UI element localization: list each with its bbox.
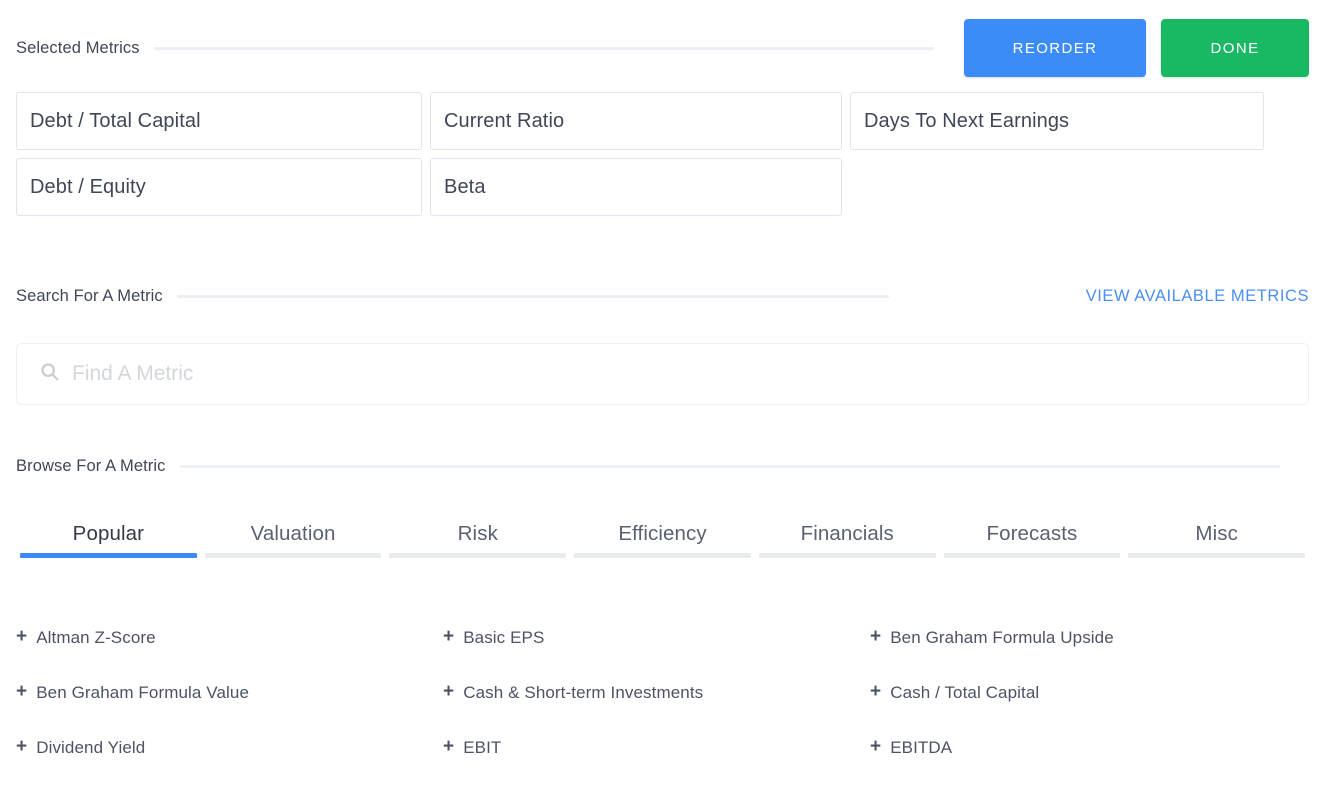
view-available-metrics-link[interactable]: VIEW AVAILABLE METRICS — [1086, 287, 1309, 306]
add-metric-icon: + — [443, 736, 455, 757]
browse-metric-header: Browse For A Metric — [16, 457, 1309, 476]
chip-slot: Debt / Total Capital — [16, 92, 430, 158]
header-divider — [176, 295, 889, 298]
tab-underline — [20, 553, 197, 558]
search-metric-header: Search For A Metric VIEW AVAILABLE METRI… — [16, 287, 1309, 306]
metric-label: Cash & Short-term Investments — [463, 682, 704, 702]
tab-label: Financials — [800, 522, 894, 545]
tab-label: Risk — [457, 522, 498, 545]
tab-label: Misc — [1195, 522, 1238, 545]
chip-slot: Current Ratio — [430, 92, 850, 158]
tab-forecasts[interactable]: Forecasts — [940, 522, 1125, 558]
selected-metric-chip[interactable]: Days To Next Earnings — [850, 92, 1264, 150]
add-metric-icon: + — [16, 736, 28, 757]
chip-slot: Days To Next Earnings — [850, 92, 1272, 158]
metric-list-item[interactable]: + Dividend Yield — [16, 720, 443, 775]
metric-label: EBIT — [463, 737, 502, 757]
tab-label: Efficiency — [618, 522, 707, 545]
metric-list-item[interactable]: + Ben Graham Formula Value — [16, 665, 443, 720]
metric-label: Altman Z-Score — [36, 627, 156, 647]
add-metric-icon: + — [870, 626, 882, 647]
metric-list-item[interactable]: + Cash / Total Capital — [870, 665, 1297, 720]
search-icon — [39, 361, 60, 387]
metric-list-item[interactable]: + Altman Z-Score — [16, 610, 443, 665]
tab-efficiency[interactable]: Efficiency — [570, 522, 755, 558]
tab-label: Popular — [72, 522, 145, 545]
metric-label: Ben Graham Formula Value — [36, 682, 249, 702]
selected-metrics-list: Debt / Total Capital Current Ratio Days … — [16, 92, 1309, 224]
add-metric-icon: + — [16, 681, 28, 702]
tab-misc[interactable]: Misc — [1124, 522, 1309, 558]
tab-popular[interactable]: Popular — [16, 522, 201, 558]
metric-label: Ben Graham Formula Upside — [890, 627, 1114, 647]
selected-metric-chip[interactable]: Beta — [430, 158, 842, 216]
selected-metrics-header: Selected Metrics REORDER DONE — [16, 0, 1309, 90]
tab-valuation[interactable]: Valuation — [201, 522, 386, 558]
add-metric-icon: + — [870, 736, 882, 757]
tab-underline — [204, 553, 382, 558]
tab-underline — [1128, 553, 1306, 558]
metric-label: Basic EPS — [463, 627, 545, 647]
tab-underline — [389, 553, 567, 558]
metric-list-item[interactable]: + Ben Graham Formula Upside — [870, 610, 1297, 665]
selected-metrics-title: Selected Metrics — [16, 38, 140, 57]
search-metric-title: Search For A Metric — [16, 287, 163, 305]
header-divider — [153, 46, 934, 50]
tab-label: Forecasts — [986, 522, 1078, 545]
metric-label: Cash / Total Capital — [890, 682, 1040, 702]
add-metric-icon: + — [870, 681, 882, 702]
add-metric-icon: + — [443, 681, 455, 702]
metric-search-box[interactable] — [16, 343, 1309, 405]
metric-selector-page: Selected Metrics REORDER DONE Debt / Tot… — [0, 0, 1325, 809]
tab-underline — [758, 553, 936, 558]
tab-label: Valuation — [250, 522, 336, 545]
add-metric-icon: + — [16, 626, 28, 647]
metric-label: Dividend Yield — [36, 737, 146, 757]
metric-label: EBITDA — [890, 737, 953, 757]
tab-underline — [943, 553, 1121, 558]
add-metric-icon: + — [443, 626, 455, 647]
browse-metric-list: + Altman Z-Score + Basic EPS + Ben Graha… — [16, 610, 1316, 775]
chip-slot: Beta — [430, 158, 850, 224]
header-divider — [179, 465, 1280, 468]
done-button[interactable]: DONE — [1161, 19, 1309, 77]
metric-list-item[interactable]: + Cash & Short-term Investments — [443, 665, 870, 720]
tab-risk[interactable]: Risk — [385, 522, 570, 558]
tab-financials[interactable]: Financials — [755, 522, 940, 558]
metric-list-item[interactable]: + Basic EPS — [443, 610, 870, 665]
metric-list-item[interactable]: + EBITDA — [870, 720, 1297, 775]
tab-underline — [574, 553, 751, 558]
reorder-button[interactable]: REORDER — [964, 19, 1146, 77]
metric-category-tabs: Popular Valuation Risk Efficiency Financ… — [16, 522, 1309, 558]
metric-list-item[interactable]: + EBIT — [443, 720, 870, 775]
browse-metric-title: Browse For A Metric — [16, 457, 166, 475]
selected-metric-chip[interactable]: Debt / Equity — [16, 158, 422, 216]
selected-metric-chip[interactable]: Current Ratio — [430, 92, 842, 150]
chip-slot: Debt / Equity — [16, 158, 430, 224]
selected-metric-chip[interactable]: Debt / Total Capital — [16, 92, 422, 150]
search-input[interactable] — [72, 344, 1308, 404]
